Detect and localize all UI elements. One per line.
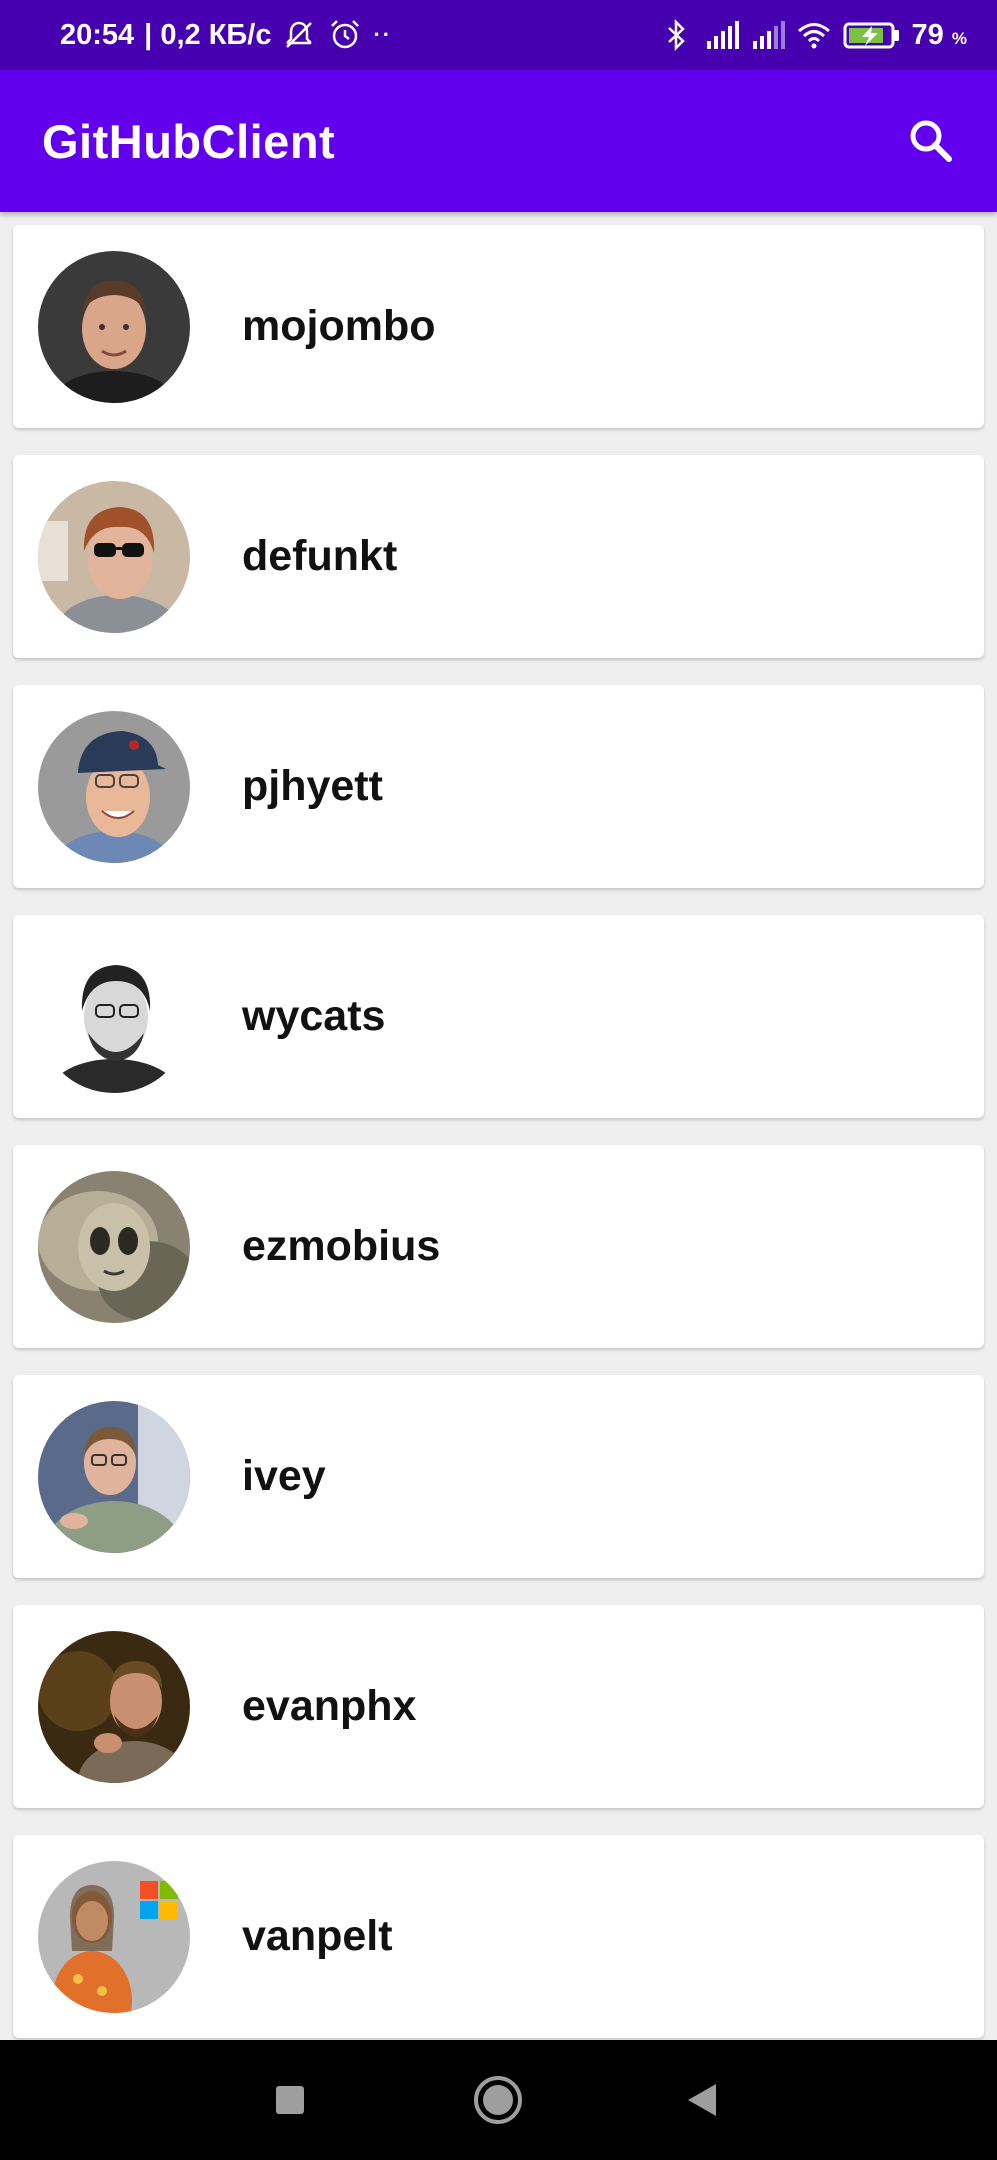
avatar [38, 1401, 190, 1553]
battery-percentage: 79 % [912, 19, 967, 52]
navigation-bar [0, 2040, 997, 2160]
bluetooth-icon [667, 18, 685, 52]
status-right: 79 % [658, 17, 967, 53]
recents-square-icon [276, 2086, 304, 2114]
user-list-item[interactable]: vanpelt [13, 1835, 984, 2038]
username: wycats [242, 992, 386, 1040]
alarm-icon [331, 20, 360, 49]
status-time: 20:54 [60, 18, 135, 51]
user-list-item[interactable]: ivey [13, 1375, 984, 1578]
username: evanphx [242, 1682, 417, 1730]
signal-icon [706, 21, 739, 49]
avatar [38, 1631, 190, 1783]
avatar [38, 481, 190, 633]
username: defunkt [242, 532, 398, 580]
avatar [38, 941, 190, 1093]
status-bar: 20:54 | 0,2 КБ/с ·· 79 % [0, 0, 997, 70]
user-list-item[interactable]: wycats [13, 915, 984, 1118]
home-button[interactable] [438, 2040, 558, 2160]
username: pjhyett [242, 762, 383, 810]
recents-button[interactable] [230, 2040, 350, 2160]
avatar [38, 1171, 190, 1323]
app-title: GitHubClient [42, 114, 336, 168]
avatar [38, 1861, 190, 2013]
search-button[interactable] [899, 109, 963, 173]
signal-icon [752, 21, 785, 49]
app-bar: GitHubClient [0, 70, 997, 212]
avatar [38, 251, 190, 403]
search-icon [910, 120, 952, 162]
username: mojombo [242, 302, 436, 350]
home-circle-icon [474, 2076, 522, 2124]
battery-unit: % [951, 28, 967, 48]
battery-charging-icon [843, 22, 899, 49]
more-notifications-indicator: ·· [373, 22, 393, 47]
user-list-item[interactable]: evanphx [13, 1605, 984, 1808]
user-list-item[interactable]: defunkt [13, 455, 984, 658]
username: ezmobius [242, 1222, 441, 1270]
back-button[interactable] [642, 2040, 762, 2160]
username: vanpelt [242, 1912, 393, 1960]
avatar [38, 711, 190, 863]
status-network-speed: | 0,2 КБ/с [144, 18, 272, 51]
user-list-item[interactable]: mojombo [13, 225, 984, 428]
back-triangle-icon [688, 2084, 716, 2116]
username: ivey [242, 1452, 326, 1500]
wifi-icon [797, 23, 830, 49]
status-left: 20:54 | 0,2 КБ/с ·· [60, 17, 392, 53]
battery-value: 79 [911, 18, 944, 51]
user-list-item[interactable]: ezmobius [13, 1145, 984, 1348]
muted-bell-icon [286, 21, 313, 48]
user-list-item[interactable]: pjhyett [13, 685, 984, 888]
